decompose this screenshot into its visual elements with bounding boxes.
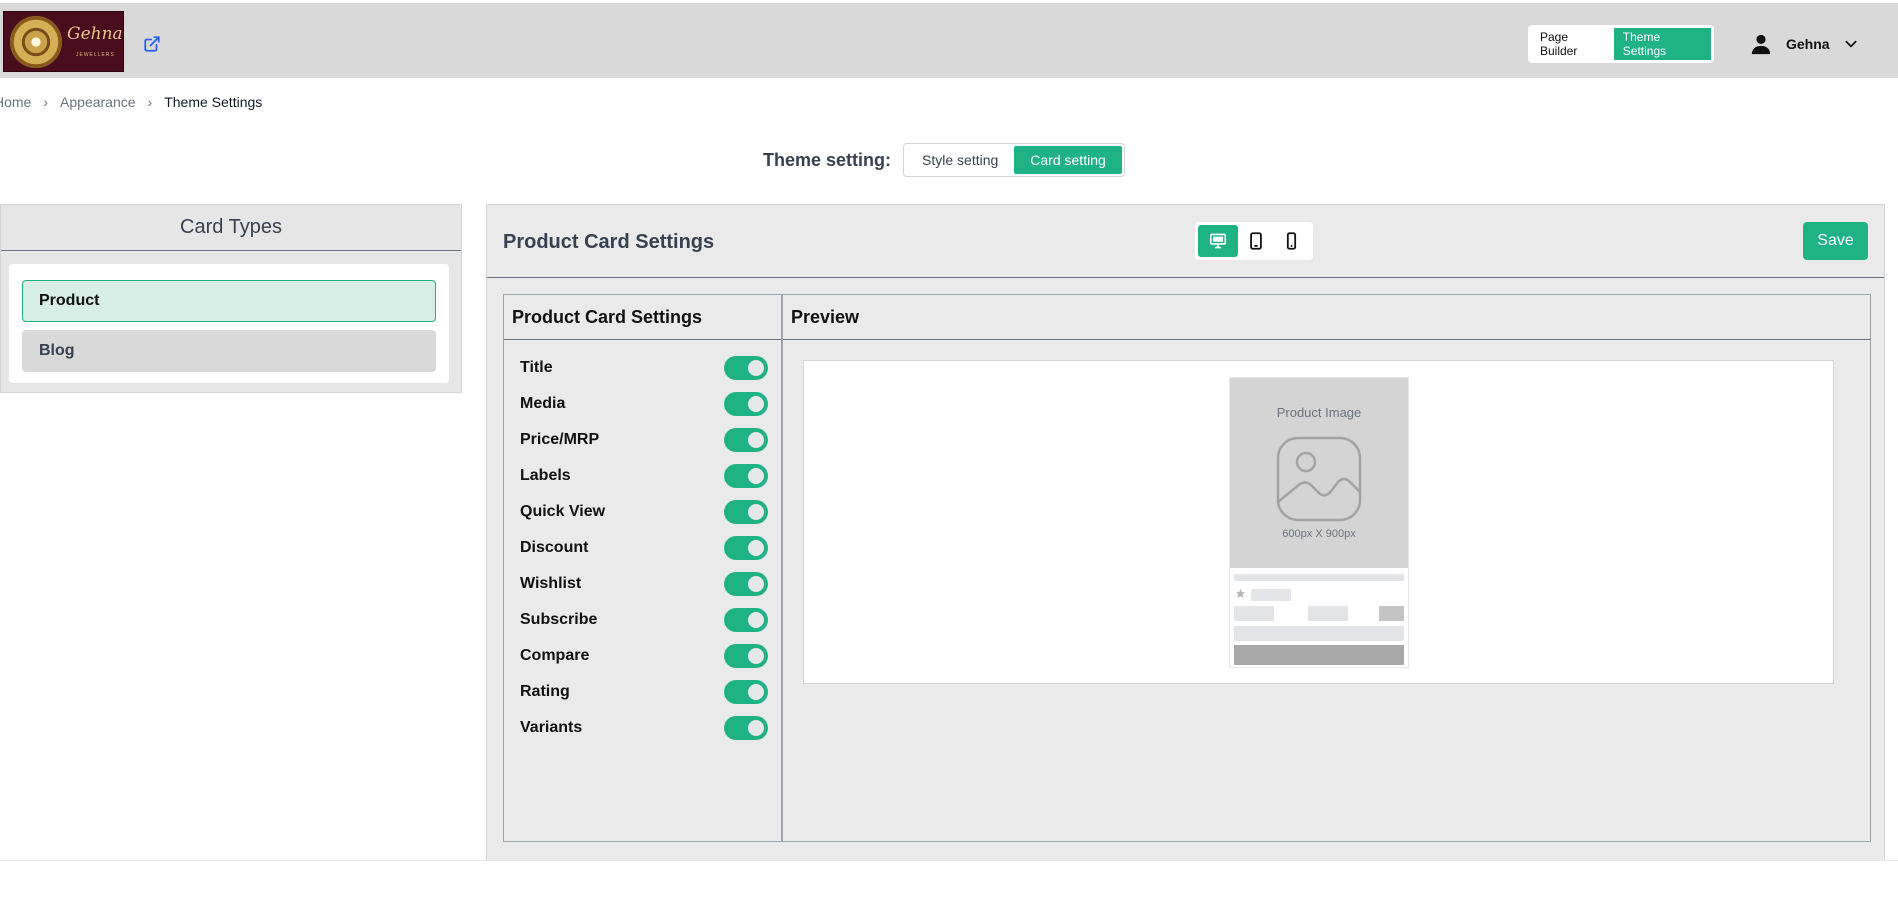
card-settings-column: Product Card Settings Title Media Price/… bbox=[503, 294, 783, 842]
skeleton-price bbox=[1234, 606, 1274, 621]
style-setting-button[interactable]: Style setting bbox=[906, 146, 1014, 174]
skeleton-variant bbox=[1234, 626, 1404, 641]
device-switcher bbox=[1195, 222, 1313, 260]
toggle-row-wishlist: Wishlist bbox=[520, 572, 768, 596]
toggle-label: Variants bbox=[520, 719, 583, 736]
card-types-title: Card Types bbox=[1, 205, 461, 251]
mode-switch: Page Builder Theme Settings bbox=[1528, 25, 1714, 63]
toggle-row-media: Media bbox=[520, 392, 768, 416]
toggle-switch[interactable] bbox=[724, 356, 768, 380]
user-menu[interactable]: Gehna bbox=[1750, 30, 1858, 58]
breadcrumb-theme-settings: Theme Settings bbox=[164, 94, 263, 110]
toggle-switch[interactable] bbox=[724, 716, 768, 740]
chevron-right-icon: › bbox=[43, 94, 49, 110]
toggle-switch[interactable] bbox=[724, 644, 768, 668]
card-type-product[interactable]: Product bbox=[22, 280, 436, 322]
toggle-label: Compare bbox=[520, 647, 590, 664]
top-bar: Gehna JEWELLERS Page Builder Theme Setti… bbox=[0, 3, 1898, 78]
card-setting-button[interactable]: Card setting bbox=[1014, 146, 1122, 174]
toggle-label: Discount bbox=[520, 539, 589, 556]
toggle-row-quick-view: Quick View bbox=[520, 500, 768, 524]
skeleton-discount bbox=[1379, 606, 1404, 621]
toggle-label: Price/MRP bbox=[520, 431, 600, 448]
toggle-label: Labels bbox=[520, 467, 571, 484]
theme-setting-toggle: Style setting Card setting bbox=[903, 143, 1125, 177]
toggle-label: Wishlist bbox=[520, 575, 582, 592]
star-icon bbox=[1235, 588, 1246, 598]
save-button[interactable]: Save bbox=[1803, 222, 1868, 260]
desktop-icon[interactable] bbox=[1198, 225, 1238, 257]
preview-canvas: Product Image 600px X 900px bbox=[803, 360, 1834, 684]
brand-name: Gehna bbox=[67, 24, 123, 44]
toggle-label: Rating bbox=[520, 683, 570, 700]
footer-divider bbox=[0, 860, 1898, 861]
product-image-title: Product Image bbox=[1276, 405, 1362, 420]
toggle-label: Media bbox=[520, 395, 566, 412]
toggle-label: Quick View bbox=[520, 503, 606, 520]
breadcrumb-home[interactable]: Home bbox=[0, 94, 31, 110]
skeleton-mrp bbox=[1308, 606, 1348, 621]
toggle-row-labels: Labels bbox=[520, 464, 768, 488]
card-types-list: Product Blog bbox=[9, 264, 449, 383]
toggle-switch[interactable] bbox=[724, 464, 768, 488]
mobile-icon[interactable] bbox=[1274, 225, 1310, 257]
card-type-blog[interactable]: Blog bbox=[22, 330, 436, 372]
toggle-row-variants: Variants bbox=[520, 716, 768, 740]
tablet-icon[interactable] bbox=[1238, 225, 1274, 257]
toggle-switch[interactable] bbox=[724, 572, 768, 596]
skeleton-button bbox=[1234, 645, 1404, 665]
skeleton-title bbox=[1234, 574, 1404, 581]
toggle-label: Title bbox=[520, 359, 553, 376]
chevron-right-icon: › bbox=[147, 94, 153, 110]
theme-setting-row: Theme setting: Style setting Card settin… bbox=[763, 143, 1125, 177]
external-link-icon[interactable] bbox=[143, 35, 161, 53]
toggle-switch[interactable] bbox=[724, 608, 768, 632]
logo-mandala-icon bbox=[10, 16, 62, 68]
chevron-down-icon[interactable] bbox=[1844, 37, 1858, 51]
toggle-switch[interactable] bbox=[724, 536, 768, 560]
breadcrumb-appearance[interactable]: Appearance bbox=[60, 94, 136, 110]
toggle-label: Subscribe bbox=[520, 611, 598, 628]
toggle-switch[interactable] bbox=[724, 428, 768, 452]
breadcrumb: Home › Appearance › Theme Settings bbox=[0, 94, 262, 110]
product-card-header: Product Card Settings Save bbox=[487, 205, 1884, 278]
user-icon bbox=[1751, 34, 1771, 55]
brand-logo[interactable]: Gehna JEWELLERS bbox=[3, 11, 124, 72]
toggle-switch[interactable] bbox=[724, 392, 768, 416]
preview-column: Preview Product Image 600px X 900px bbox=[783, 294, 1871, 842]
card-settings-header: Product Card Settings bbox=[504, 295, 781, 340]
toggle-row-discount: Discount bbox=[520, 536, 768, 560]
product-image-placeholder: Product Image 600px X 900px bbox=[1230, 378, 1408, 568]
preview-header: Preview bbox=[783, 295, 1870, 340]
theme-setting-label: Theme setting: bbox=[763, 149, 892, 170]
page-builder-button[interactable]: Page Builder bbox=[1531, 28, 1614, 60]
toggle-row-rating: Rating bbox=[520, 680, 768, 704]
toggle-row-subscribe: Subscribe bbox=[520, 608, 768, 632]
toggle-row-compare: Compare bbox=[520, 644, 768, 668]
theme-settings-button[interactable]: Theme Settings bbox=[1613, 28, 1711, 60]
brand-sub: JEWELLERS bbox=[76, 52, 115, 58]
product-card-panel: Product Card Settings Save Product Card … bbox=[486, 204, 1885, 861]
product-card-preview: Product Image 600px X 900px bbox=[1229, 377, 1409, 668]
toggle-row-title: Title bbox=[520, 356, 768, 380]
card-types-panel: Card Types Product Blog bbox=[0, 204, 462, 393]
product-image-size: 600px X 900px bbox=[1282, 528, 1356, 540]
toggle-switch[interactable] bbox=[724, 680, 768, 704]
product-card-title: Product Card Settings bbox=[503, 231, 715, 253]
toggle-row-price: Price/MRP bbox=[520, 428, 768, 452]
image-placeholder-icon bbox=[1276, 436, 1362, 522]
user-name: Gehna bbox=[1786, 36, 1830, 52]
skeleton-rating bbox=[1251, 589, 1291, 601]
toggle-switch[interactable] bbox=[724, 500, 768, 524]
